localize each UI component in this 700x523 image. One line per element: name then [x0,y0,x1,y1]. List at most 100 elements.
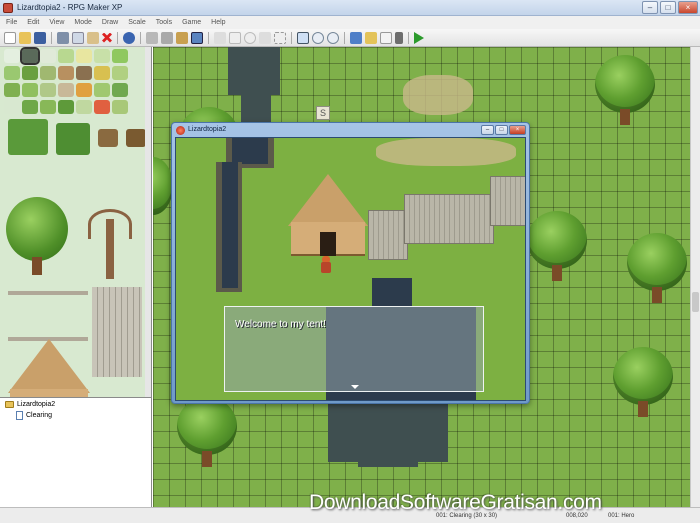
zoom-2-icon[interactable] [312,31,324,44]
ellipse-icon[interactable] [244,31,256,44]
map-scrollbar[interactable] [690,47,700,507]
tileset-row [8,119,146,155]
database-icon[interactable] [350,31,362,44]
stump-tile[interactable] [126,129,146,147]
tile[interactable] [76,66,92,80]
tile[interactable] [4,83,20,97]
rectangle-icon[interactable] [229,31,241,44]
boardwalk-tile[interactable] [92,287,142,377]
tent-tile[interactable] [8,339,90,397]
tile[interactable] [76,100,92,114]
tile[interactable] [76,83,92,97]
tile[interactable] [4,49,20,63]
layer1-icon[interactable] [146,31,158,44]
minimize-button[interactable]: – [642,1,658,14]
water-area [232,138,268,164]
save-icon[interactable] [34,31,46,44]
game-minimize-button[interactable]: – [481,125,494,135]
open-icon[interactable] [19,31,31,44]
layer2-icon[interactable] [161,31,173,44]
sound-icon[interactable] [395,31,403,44]
game-screen[interactable]: Welcome to my tent! [175,137,526,401]
tile[interactable] [94,100,110,114]
tile[interactable] [94,49,110,63]
toolbar-separator [208,31,209,44]
game-maximize-button[interactable]: □ [495,125,508,135]
script-icon[interactable] [380,31,392,44]
tile[interactable] [4,100,20,114]
zoom-1-icon[interactable] [297,31,309,44]
copy-icon[interactable] [72,31,84,44]
game-window[interactable]: Lizardtopia2 – □ × Welcome to my tent! [171,122,530,404]
maximize-button[interactable]: □ [660,1,676,14]
playtest-icon[interactable] [414,31,424,44]
tile[interactable] [94,66,110,80]
tile[interactable] [22,66,38,80]
menu-game[interactable]: Game [182,19,201,26]
undo-icon[interactable] [123,31,135,44]
tile[interactable] [58,66,74,80]
tile[interactable] [4,66,20,80]
map-node[interactable]: Clearing [16,411,52,420]
map-tree[interactable]: Lizardtopia2 Clearing [0,397,152,507]
tile[interactable] [40,100,56,114]
tile[interactable] [112,100,128,114]
message-box[interactable]: Welcome to my tent! [224,306,484,392]
fence-tile[interactable] [8,291,88,341]
dead-tree-tile[interactable] [78,199,140,281]
game-close-button[interactable]: × [509,125,526,135]
stump-tile[interactable] [98,129,118,147]
menu-help[interactable]: Help [211,19,225,26]
menu-draw[interactable]: Draw [102,19,118,26]
project-name: Lizardtopia2 [17,401,56,408]
toolbar [0,29,700,47]
tileset-palette[interactable] [0,47,152,397]
materials-icon[interactable] [365,31,377,44]
tile[interactable] [76,49,92,63]
tile[interactable] [94,83,110,97]
menu-mode[interactable]: Mode [74,19,92,26]
tile-selected[interactable] [20,47,40,65]
scrollbar-thumb[interactable] [692,292,699,312]
close-button[interactable]: × [678,1,698,14]
pencil-icon[interactable] [214,31,226,44]
tile[interactable] [22,100,38,114]
tree-tile[interactable] [6,197,68,277]
fill-icon[interactable] [259,31,271,44]
bush-tile[interactable] [8,119,48,155]
bush-tile[interactable] [56,123,90,155]
menu-file[interactable]: File [6,19,17,26]
game-icon [176,126,185,135]
window-controls: – □ × [642,1,698,14]
delete-icon[interactable] [102,32,112,43]
tile[interactable] [40,83,56,97]
paste-icon[interactable] [87,31,99,44]
layer3-icon[interactable] [176,31,188,44]
new-icon[interactable] [4,31,16,44]
cut-icon[interactable] [57,31,69,44]
tile[interactable] [40,66,56,80]
toolbar-separator [51,31,52,44]
tile[interactable] [58,49,74,63]
project-node[interactable]: Lizardtopia2 [5,401,55,408]
tile[interactable] [40,49,56,63]
palette-scrollbar[interactable] [145,47,151,397]
water-area [358,447,418,467]
app-icon [3,3,13,13]
zoom-4-icon[interactable] [327,31,339,44]
event-marker[interactable]: S [316,106,330,120]
tile[interactable] [58,83,74,97]
menu-view[interactable]: View [49,19,64,26]
tile[interactable] [112,49,128,63]
tile[interactable] [112,83,128,97]
menu-scale[interactable]: Scale [128,19,146,26]
tent [288,174,368,260]
tile[interactable] [58,100,74,114]
menu-tools[interactable]: Tools [156,19,172,26]
tile[interactable] [112,66,128,80]
watermark: DownloadSoftwareGratisan.com [309,491,602,514]
select-icon[interactable] [274,31,286,44]
events-icon[interactable] [191,31,203,44]
tile[interactable] [22,83,38,97]
menu-edit[interactable]: Edit [27,19,39,26]
